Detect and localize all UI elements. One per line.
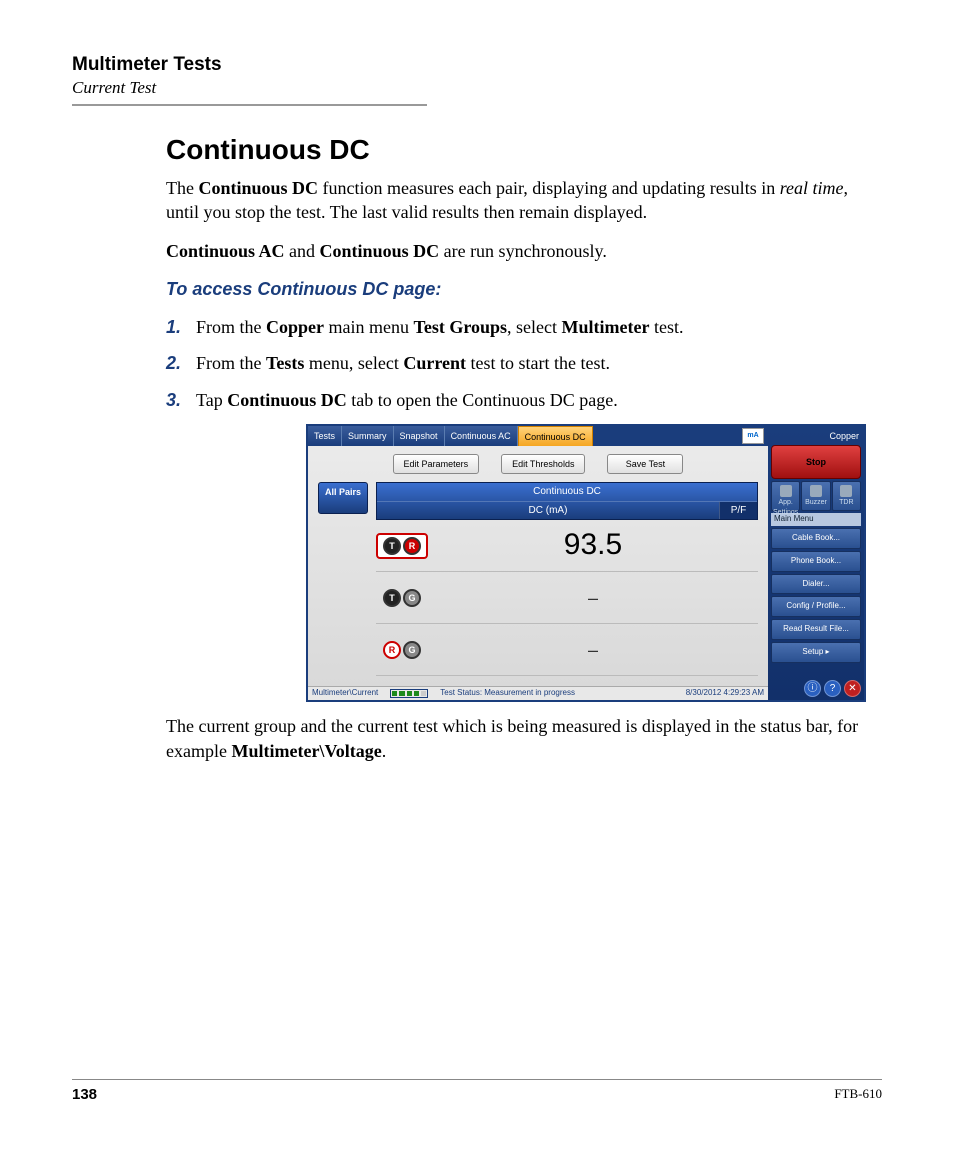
status-bar: Multimeter\Current Test Status: Measurem… bbox=[308, 686, 768, 700]
read-result-file-button[interactable]: Read Result File... bbox=[771, 619, 861, 640]
tab-continuous-ac[interactable]: Continuous AC bbox=[445, 426, 518, 446]
body-content: The Continuous DC function measures each… bbox=[166, 176, 882, 763]
r-badge-icon: R bbox=[383, 641, 401, 659]
paragraph-3: The current group and the current test w… bbox=[166, 714, 882, 763]
step-text: Tap Continuous DC tab to open the Contin… bbox=[196, 388, 882, 412]
step-1: 1. From the Copper main menu Test Groups… bbox=[166, 315, 882, 339]
measurement-value: – bbox=[428, 638, 758, 662]
tdr-button[interactable]: TDR bbox=[832, 481, 861, 511]
cable-book-button[interactable]: Cable Book... bbox=[771, 528, 861, 549]
t-badge-icon: T bbox=[383, 537, 401, 555]
paragraph-1: The Continuous DC function measures each… bbox=[166, 176, 882, 225]
config-profile-button[interactable]: Config / Profile... bbox=[771, 596, 861, 617]
all-pairs-button[interactable]: All Pairs bbox=[318, 482, 368, 514]
phone-book-button[interactable]: Phone Book... bbox=[771, 551, 861, 572]
paragraph-2: Continuous AC and Continuous DC are run … bbox=[166, 239, 882, 263]
edit-thresholds-button[interactable]: Edit Thresholds bbox=[501, 454, 585, 474]
tab-bar: Tests Summary Snapshot Continuous AC Con… bbox=[308, 426, 768, 446]
setup-button[interactable]: Setup ▸ bbox=[771, 642, 861, 663]
app-settings-button[interactable]: App. Settings bbox=[771, 481, 800, 511]
model-number: FTB-610 bbox=[834, 1086, 882, 1103]
measurement-value: 93.5 bbox=[428, 525, 758, 566]
status-path: Multimeter\Current bbox=[312, 688, 378, 699]
step-number: 1. bbox=[166, 315, 196, 339]
buzzer-button[interactable]: Buzzer bbox=[801, 481, 830, 511]
info-icon[interactable]: ⓘ bbox=[804, 680, 821, 697]
section-title: Continuous DC bbox=[166, 134, 882, 166]
side-panel: Copper Stop App. Settings Buzzer TDR Mai… bbox=[768, 426, 864, 700]
action-row: Edit Parameters Edit Thresholds Save Tes… bbox=[308, 446, 768, 478]
column-dc: DC (mA) bbox=[377, 502, 719, 520]
page-header: Multimeter Tests Current Test bbox=[72, 54, 882, 106]
r-badge-icon: R bbox=[403, 537, 421, 555]
g-badge-icon: G bbox=[403, 589, 421, 607]
chapter-subtitle: Current Test bbox=[72, 78, 882, 98]
tab-tests[interactable]: Tests bbox=[308, 426, 342, 446]
pair-rg-icon[interactable]: R G bbox=[376, 641, 428, 659]
device-screenshot: Tests Summary Snapshot Continuous AC Con… bbox=[306, 424, 866, 702]
t-badge-icon: T bbox=[383, 589, 401, 607]
close-icon[interactable]: ✕ bbox=[844, 680, 861, 697]
measurement-value: – bbox=[428, 586, 758, 610]
pair-tr-icon[interactable]: T R bbox=[376, 533, 428, 559]
chapter-title: Multimeter Tests bbox=[72, 54, 882, 76]
app-label: Copper bbox=[771, 429, 861, 443]
table-row: R G – bbox=[376, 624, 758, 676]
table-row: T G – bbox=[376, 572, 758, 624]
tab-summary[interactable]: Summary bbox=[342, 426, 394, 446]
stop-button[interactable]: Stop bbox=[771, 445, 861, 479]
step-text: From the Tests menu, select Current test… bbox=[196, 351, 882, 375]
status-time: 8/30/2012 4:29:23 AM bbox=[686, 688, 764, 699]
g-badge-icon: G bbox=[403, 641, 421, 659]
status-message: Test Status: Measurement in progress bbox=[440, 688, 575, 699]
tab-continuous-dc[interactable]: Continuous DC bbox=[518, 426, 593, 446]
step-text: From the Copper main menu Test Groups, s… bbox=[196, 315, 882, 339]
tab-snapshot[interactable]: Snapshot bbox=[394, 426, 445, 446]
edit-parameters-button[interactable]: Edit Parameters bbox=[393, 454, 480, 474]
dialer-button[interactable]: Dialer... bbox=[771, 574, 861, 595]
step-number: 3. bbox=[166, 388, 196, 412]
page-footer: 138 FTB-610 bbox=[72, 1079, 882, 1103]
unit-indicator-icon: mA bbox=[742, 428, 764, 444]
step-3: 3. Tap Continuous DC tab to open the Con… bbox=[166, 388, 882, 412]
table-row: T R 93.5 bbox=[376, 520, 758, 572]
page-number: 138 bbox=[72, 1086, 97, 1103]
data-table-header: Continuous DC DC (mA) P/F bbox=[376, 482, 758, 520]
column-pf: P/F bbox=[719, 502, 757, 520]
header-rule bbox=[72, 104, 427, 106]
help-icon[interactable]: ? bbox=[824, 680, 841, 697]
instruction-heading: To access Continuous DC page: bbox=[166, 277, 882, 301]
step-2: 2. From the Tests menu, select Current t… bbox=[166, 351, 882, 375]
save-test-button[interactable]: Save Test bbox=[607, 454, 683, 474]
step-number: 2. bbox=[166, 351, 196, 375]
pair-tg-icon[interactable]: T G bbox=[376, 589, 428, 607]
data-table-title: Continuous DC bbox=[377, 483, 757, 502]
battery-icon bbox=[390, 689, 428, 698]
